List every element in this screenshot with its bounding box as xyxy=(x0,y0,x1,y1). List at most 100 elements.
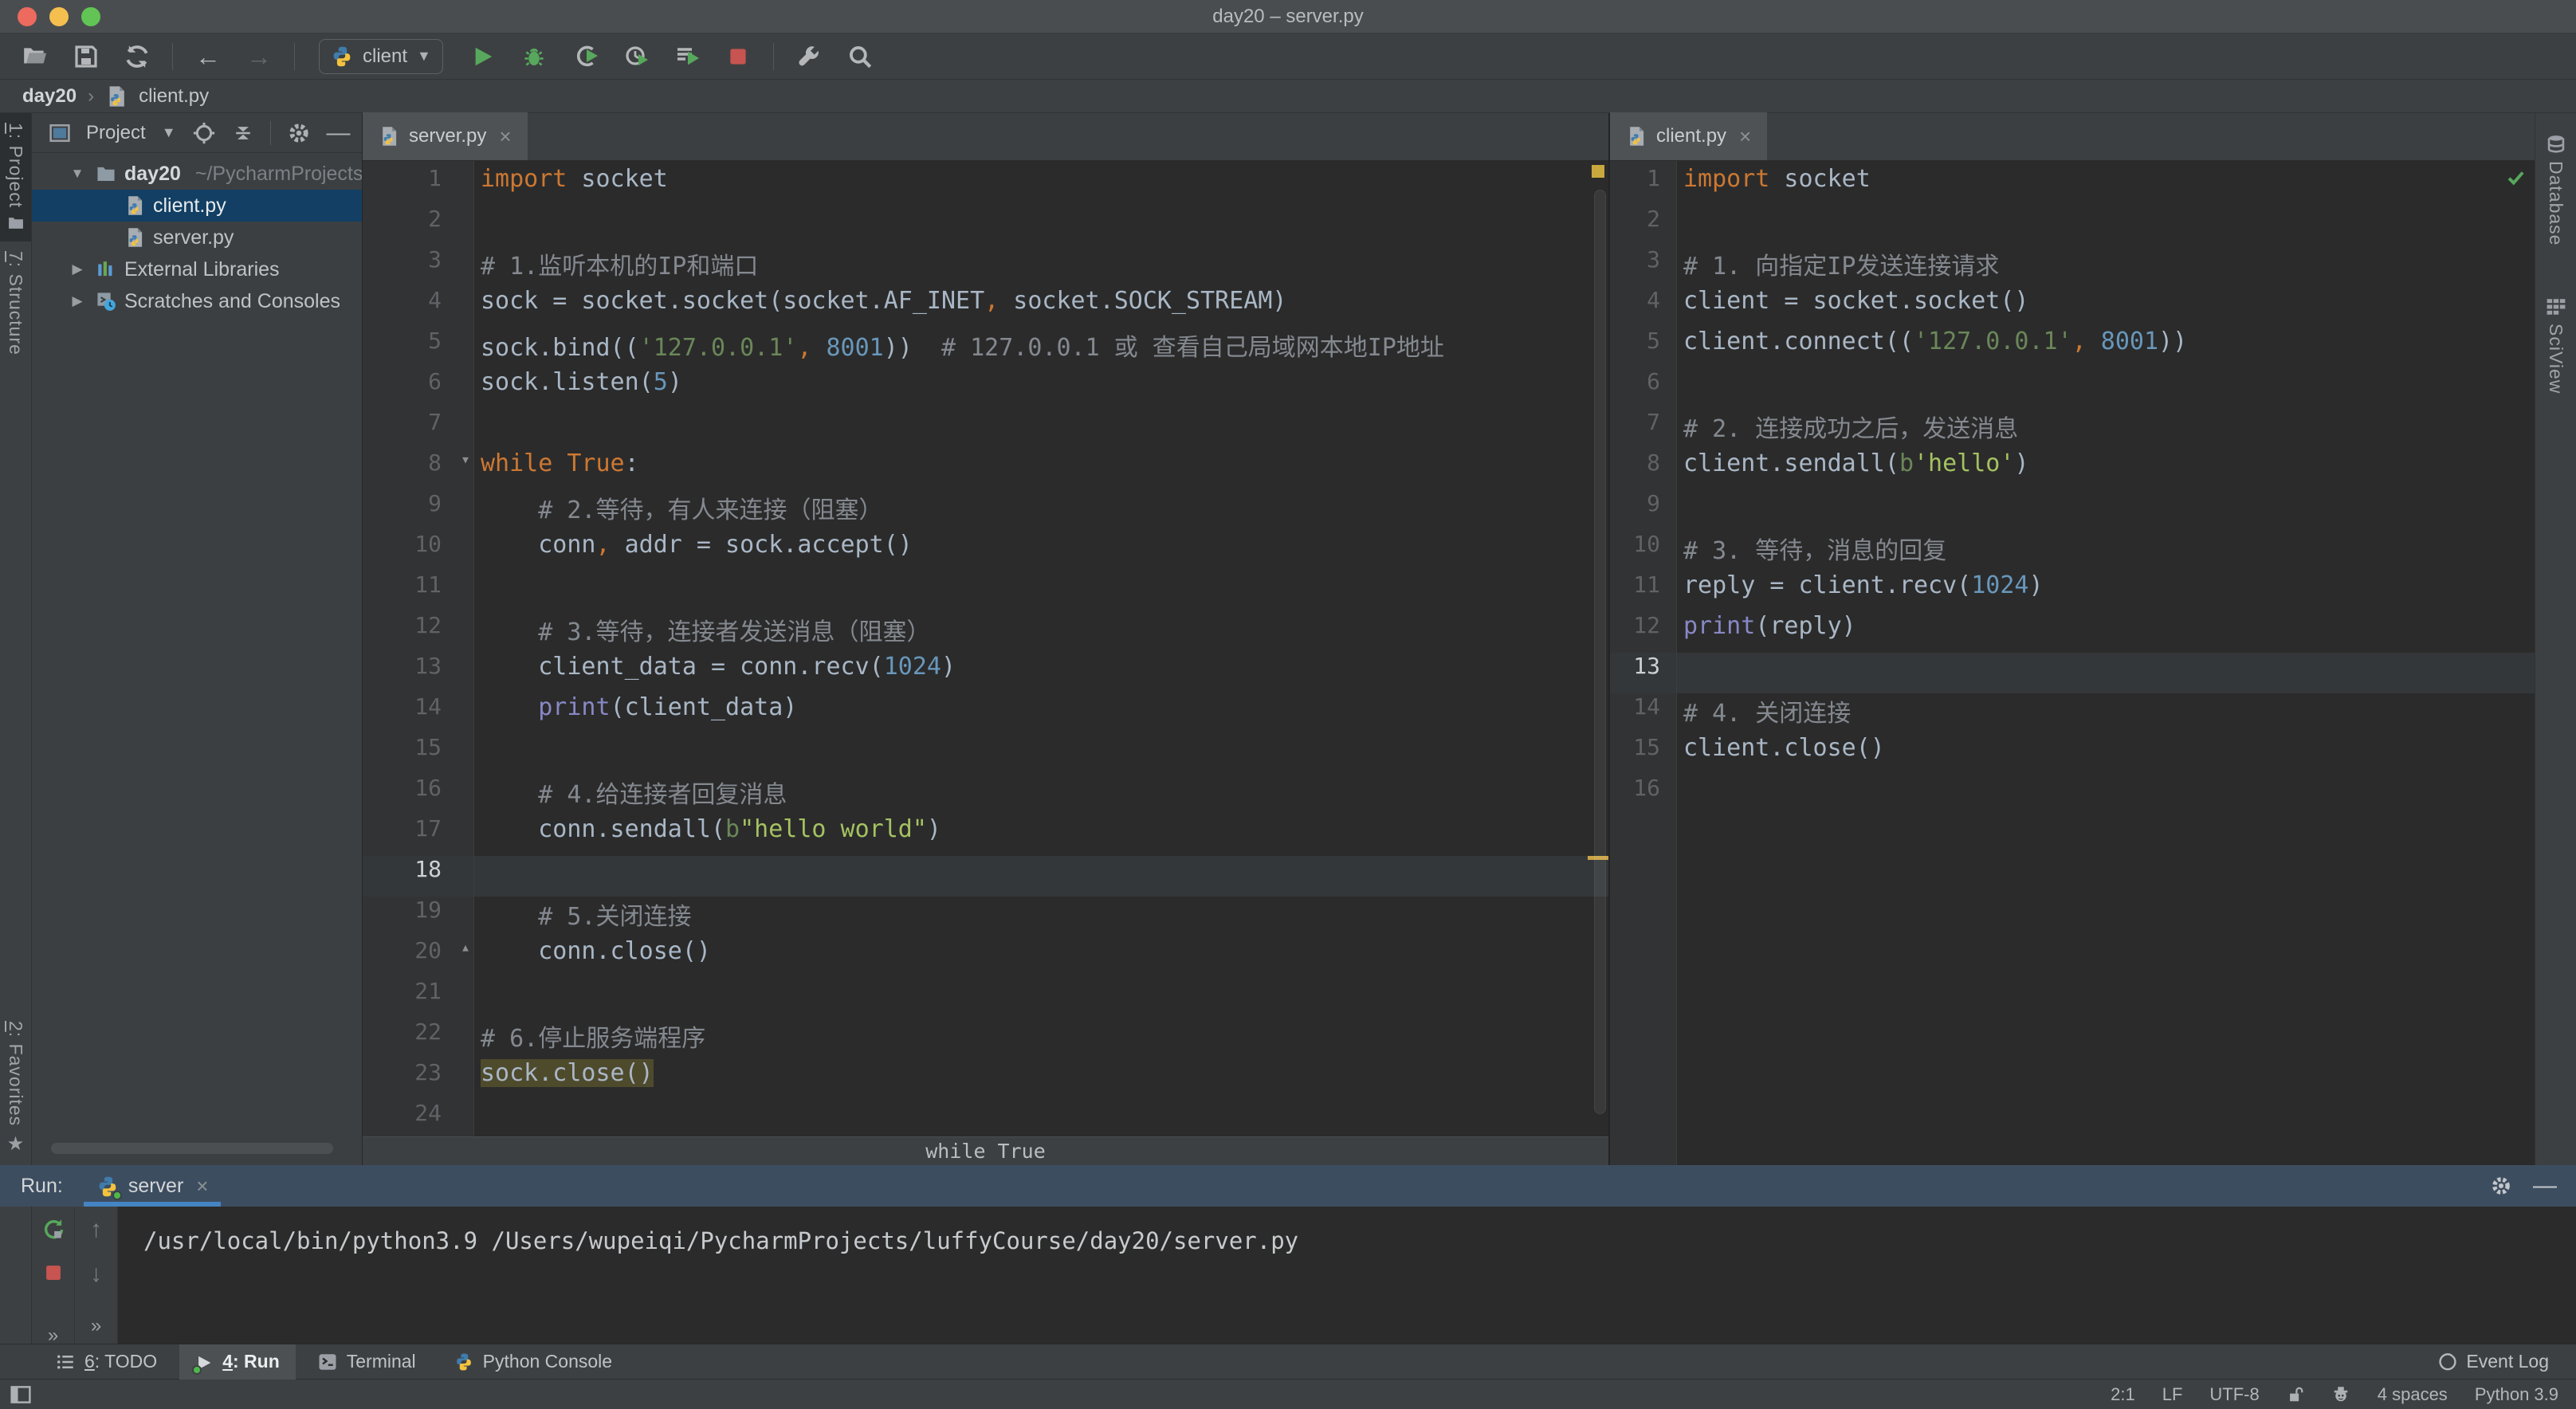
tree-item-server-py[interactable]: server.py xyxy=(32,222,362,253)
sync-icon[interactable] xyxy=(121,39,153,74)
python-icon xyxy=(454,1352,473,1372)
tool-window-toggle-icon[interactable] xyxy=(10,1383,32,1406)
close-icon[interactable]: × xyxy=(1739,124,1751,149)
chevron-collapsed-icon[interactable]: ▶ xyxy=(67,293,88,309)
python-file-icon xyxy=(1626,126,1647,147)
locate-file-icon[interactable] xyxy=(192,121,216,145)
sciview-grid-icon xyxy=(2546,296,2566,317)
zoom-window-button[interactable] xyxy=(81,7,100,26)
tab-label: server.py xyxy=(409,125,486,147)
tree-item-scratches[interactable]: ▶ Scratches and Consoles xyxy=(32,285,362,317)
run-tab-label: server xyxy=(128,1175,183,1198)
run-icon[interactable] xyxy=(467,39,499,74)
editor-client: client.py × 12345678910111213141516 impo… xyxy=(1610,113,2535,1165)
project-tree: ▼ day20~/PycharmProjects/luffyCourse cli… xyxy=(32,153,362,317)
stop-icon[interactable] xyxy=(722,39,754,74)
breadcrumb-file[interactable]: client.py xyxy=(139,85,209,108)
main-toolbar: ← → client ▼ xyxy=(0,33,2576,80)
python-file-icon xyxy=(379,126,399,147)
run-tasks-icon[interactable] xyxy=(671,39,703,74)
collapse-all-icon[interactable] xyxy=(232,122,254,144)
rerun-icon[interactable] xyxy=(41,1218,65,1242)
terminal-icon xyxy=(318,1352,337,1372)
interpreter[interactable]: Python 3.9 xyxy=(2475,1384,2558,1405)
sidebar-tab-database[interactable]: Database xyxy=(2545,124,2566,255)
up-stack-icon[interactable]: ↑ xyxy=(90,1218,102,1242)
breadcrumb-separator-icon: › xyxy=(88,85,94,108)
event-log-button[interactable]: Event Log xyxy=(2437,1351,2549,1372)
hide-panel-icon[interactable]: — xyxy=(2533,1174,2557,1198)
close-icon[interactable]: × xyxy=(196,1174,208,1199)
run-toolbar-left: » xyxy=(32,1207,75,1344)
project-view-select[interactable]: Project xyxy=(86,122,146,144)
sidebar-tab-favorites[interactable]: 2: Favorites ★ xyxy=(5,1011,26,1165)
code-area-client[interactable]: 12345678910111213141516 import socket # … xyxy=(1610,161,2535,1165)
tool-tab-terminal[interactable]: Terminal xyxy=(302,1344,432,1380)
vertical-scrollbar[interactable] xyxy=(1594,190,1606,1114)
run-panel: » ↑ ↓ » /usr/local/bin/python3.9 /Users/… xyxy=(0,1207,2576,1344)
run-panel-header: Run: server × — xyxy=(0,1165,2576,1207)
tab-label: client.py xyxy=(1656,125,1726,147)
search-icon[interactable] xyxy=(844,39,876,74)
chevron-down-icon[interactable]: ▼ xyxy=(162,124,176,141)
wrench-icon[interactable] xyxy=(793,39,825,74)
indent-setting[interactable]: 4 spaces xyxy=(2378,1384,2448,1405)
libraries-icon xyxy=(96,259,116,280)
folder-icon xyxy=(7,214,25,232)
down-stack-icon[interactable]: ↓ xyxy=(90,1262,102,1286)
star-icon: ★ xyxy=(7,1132,25,1156)
sidebar-tab-sciview[interactable]: SciView xyxy=(2545,287,2566,403)
tool-tab-python-console[interactable]: Python Console xyxy=(438,1344,628,1380)
hector-inspection-icon[interactable] xyxy=(2331,1385,2350,1404)
python-file-icon xyxy=(124,195,145,216)
python-icon xyxy=(331,45,353,68)
close-window-button[interactable] xyxy=(18,7,37,26)
chevron-collapsed-icon[interactable]: ▶ xyxy=(67,261,88,277)
tab-client-py[interactable]: client.py × xyxy=(1610,112,1767,160)
hide-panel-icon[interactable]: — xyxy=(327,121,351,145)
caret-position[interactable]: 2:1 xyxy=(2111,1384,2135,1405)
todo-list-icon xyxy=(56,1352,75,1372)
run-with-coverage-icon[interactable] xyxy=(569,39,601,74)
debug-icon[interactable] xyxy=(518,39,550,74)
more-actions-icon[interactable]: » xyxy=(91,1315,101,1337)
tree-item-client-py[interactable]: client.py xyxy=(32,190,362,222)
tree-item-day20[interactable]: ▼ day20~/PycharmProjects/luffyCourse xyxy=(32,158,362,190)
code-lines[interactable]: import socket # 1.监听本机的IP和端口sock = socke… xyxy=(474,161,1608,1136)
settings-gear-icon[interactable] xyxy=(2490,1175,2512,1197)
open-icon[interactable] xyxy=(19,39,51,74)
run-tab-server[interactable]: server × xyxy=(84,1165,222,1207)
tool-tab-run[interactable]: 4: Run xyxy=(179,1344,296,1380)
breadcrumb-folder[interactable]: day20 xyxy=(22,85,77,108)
project-view-icon xyxy=(49,123,70,143)
lock-icon[interactable] xyxy=(2287,1385,2304,1404)
back-icon[interactable]: ← xyxy=(192,39,224,74)
code-lines[interactable]: import socket # 1. 向指定IP发送连接请求client = s… xyxy=(1677,161,2535,1165)
settings-gear-icon[interactable] xyxy=(287,121,311,145)
context-info-bar: while True xyxy=(363,1136,1608,1165)
tool-tab-todo[interactable]: 6: TODO xyxy=(40,1344,173,1380)
file-encoding[interactable]: UTF-8 xyxy=(2209,1384,2259,1405)
line-separator[interactable]: LF xyxy=(2162,1384,2183,1405)
forward-icon: → xyxy=(243,39,275,74)
running-indicator xyxy=(192,1365,202,1375)
save-icon[interactable] xyxy=(70,39,102,74)
project-panel-header: Project ▼ — xyxy=(32,113,362,153)
horizontal-scrollbar[interactable] xyxy=(51,1143,333,1154)
stop-icon[interactable] xyxy=(43,1262,64,1283)
warning-stripe-icon xyxy=(1592,165,1604,178)
run-console[interactable]: /usr/local/bin/python3.9 /Users/wupeiqi/… xyxy=(118,1207,2576,1344)
sidebar-tab-project[interactable]: 1: Project xyxy=(0,113,31,241)
chevron-expanded-icon[interactable]: ▼ xyxy=(67,166,88,182)
sidebar-tab-structure[interactable]: 7: Structure xyxy=(5,241,26,365)
tree-item-external-libraries[interactable]: ▶ External Libraries xyxy=(32,253,362,285)
console-command-line: /usr/local/bin/python3.9 /Users/wupeiqi/… xyxy=(143,1227,1298,1254)
profiler-icon[interactable] xyxy=(620,39,652,74)
tab-server-py[interactable]: server.py × xyxy=(363,112,528,160)
code-area-server[interactable]: 12345678▾91011121314151617181920▴2122232… xyxy=(363,161,1608,1136)
tool-window-bar: 6: TODO 4: Run Terminal Python Console E… xyxy=(0,1344,2576,1379)
minimize-window-button[interactable] xyxy=(49,7,69,26)
python-file-icon xyxy=(105,85,128,108)
close-icon[interactable]: × xyxy=(499,124,511,149)
run-configuration-select[interactable]: client ▼ xyxy=(319,39,443,74)
